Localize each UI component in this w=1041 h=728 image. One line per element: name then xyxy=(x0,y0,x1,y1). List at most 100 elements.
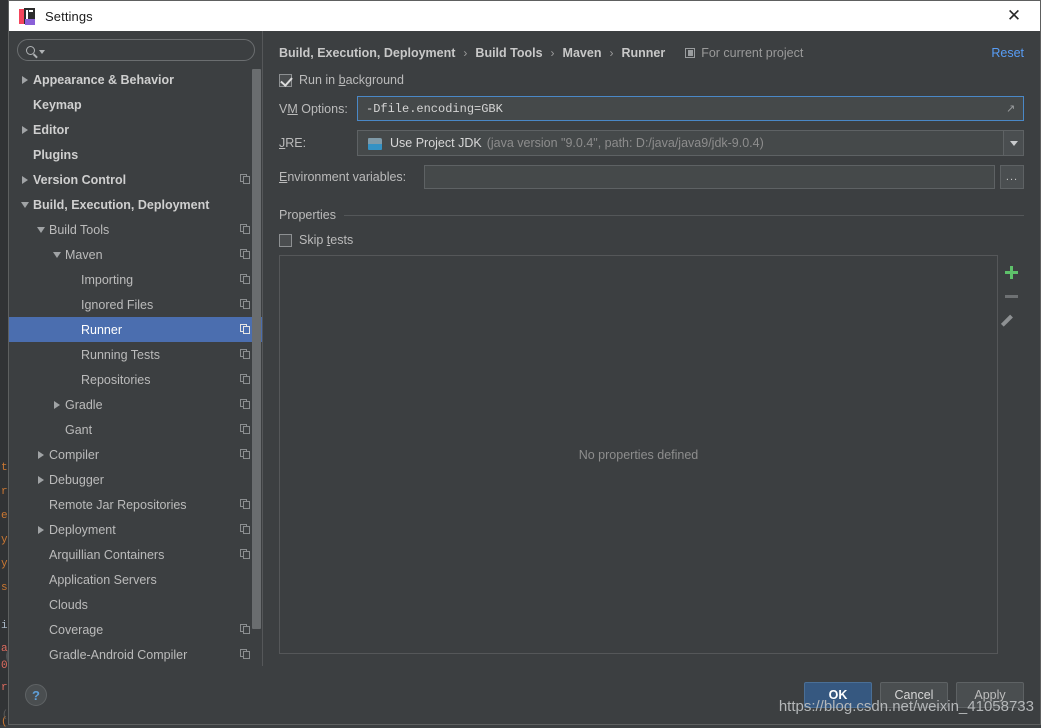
breadcrumb-segment-3[interactable]: Runner xyxy=(621,46,665,60)
sidebar-item-label: Plugins xyxy=(33,148,78,162)
chevron-right-icon[interactable] xyxy=(33,526,49,534)
sidebar-item-label: Debugger xyxy=(49,473,104,487)
properties-area: No properties defined xyxy=(279,255,1024,654)
breadcrumb-segment-1[interactable]: Build Tools xyxy=(475,46,542,60)
copy-settings-icon[interactable] xyxy=(240,399,251,410)
sidebar-item-coverage[interactable]: Coverage xyxy=(9,617,263,642)
chevron-down-icon[interactable] xyxy=(49,252,65,258)
chevron-down-icon[interactable] xyxy=(39,50,45,54)
sidebar-item-running-tests[interactable]: Running Tests xyxy=(9,342,263,367)
properties-list[interactable]: No properties defined xyxy=(279,255,998,654)
scope-label: For current project xyxy=(701,46,803,60)
copy-settings-icon[interactable] xyxy=(240,224,251,235)
sidebar-item-plugins[interactable]: Plugins xyxy=(9,142,263,167)
sidebar-item-maven[interactable]: Maven xyxy=(9,242,263,267)
sidebar-item-importing[interactable]: Importing xyxy=(9,267,263,292)
edit-property-button[interactable] xyxy=(1000,308,1022,332)
copy-settings-icon[interactable] xyxy=(240,324,251,335)
jre-dropdown-button[interactable] xyxy=(1003,131,1023,155)
properties-toolbar xyxy=(998,255,1024,654)
sidebar-item-label: Runner xyxy=(81,323,122,337)
copy-settings-icon[interactable] xyxy=(240,424,251,435)
sidebar-item-ignored-files[interactable]: Ignored Files xyxy=(9,292,263,317)
run-in-background-label: Run in background xyxy=(299,73,404,87)
copy-settings-icon[interactable] xyxy=(240,249,251,260)
add-property-button[interactable] xyxy=(1000,260,1022,284)
sidebar-item-build-tools[interactable]: Build Tools xyxy=(9,217,263,242)
sidebar-item-label: Maven xyxy=(65,248,103,262)
copy-settings-icon[interactable] xyxy=(240,274,251,285)
copy-settings-icon[interactable] xyxy=(240,499,251,510)
skip-tests-row[interactable]: Skip tests xyxy=(279,233,1024,247)
chevron-right-icon[interactable] xyxy=(33,476,49,484)
dialog-titlebar: Settings ✕ xyxy=(9,1,1040,31)
copy-settings-icon[interactable] xyxy=(240,524,251,535)
chevron-down-icon[interactable] xyxy=(17,202,33,208)
jre-selected-value: Use Project JDK xyxy=(390,136,482,150)
properties-group-title: Properties xyxy=(279,208,336,222)
sidebar-item-repositories[interactable]: Repositories xyxy=(9,367,263,392)
chevron-right-icon[interactable] xyxy=(17,126,33,134)
copy-settings-icon[interactable] xyxy=(240,449,251,460)
chevron-right-icon[interactable] xyxy=(17,176,33,184)
chevron-right-icon[interactable] xyxy=(33,451,49,459)
sidebar-item-application-servers[interactable]: Application Servers xyxy=(9,567,263,592)
watermark: https://blog.csdn.net/weixin_41058733 xyxy=(779,698,1034,715)
chevron-down-icon[interactable] xyxy=(33,227,49,233)
chevron-down-icon xyxy=(1010,141,1018,146)
sidebar-item-compiler[interactable]: Compiler xyxy=(9,442,263,467)
sidebar-item-keymap[interactable]: Keymap xyxy=(9,92,263,117)
run-in-background-checkbox[interactable] xyxy=(279,74,292,87)
sidebar-item-label: Build, Execution, Deployment xyxy=(33,198,209,212)
remove-property-button[interactable] xyxy=(1000,284,1022,308)
search-input[interactable] xyxy=(50,43,246,57)
jre-combobox[interactable]: Use Project JDK (java version "9.0.4", p… xyxy=(357,130,1024,156)
copy-settings-icon[interactable] xyxy=(240,174,251,185)
intellij-idea-icon xyxy=(19,8,36,25)
expand-icon[interactable]: ↗ xyxy=(1006,103,1017,114)
close-icon[interactable]: ✕ xyxy=(994,2,1034,30)
sidebar-item-gant[interactable]: Gant xyxy=(9,417,263,442)
sidebar-item-label: Editor xyxy=(33,123,69,137)
copy-settings-icon[interactable] xyxy=(240,374,251,385)
sidebar-item-editor[interactable]: Editor xyxy=(9,117,263,142)
copy-settings-icon[interactable] xyxy=(240,624,251,635)
breadcrumb-segment-0[interactable]: Build, Execution, Deployment xyxy=(279,46,455,60)
sidebar-scrollbar-thumb[interactable] xyxy=(252,69,261,629)
environment-variables-input[interactable] xyxy=(424,165,995,189)
copy-settings-icon[interactable] xyxy=(240,649,251,660)
breadcrumb-segment-2[interactable]: Maven xyxy=(563,46,602,60)
breadcrumb-separator: › xyxy=(609,46,613,60)
breadcrumb-separator: › xyxy=(463,46,467,60)
properties-group-divider xyxy=(344,215,1024,216)
minus-icon xyxy=(1005,295,1018,298)
run-in-background-row[interactable]: Run in background xyxy=(279,73,1024,87)
help-button[interactable]: ? xyxy=(25,684,47,706)
copy-settings-icon[interactable] xyxy=(240,549,251,560)
sidebar-item-gradle-android-compiler[interactable]: Gradle-Android Compiler xyxy=(9,642,263,666)
sidebar-item-label: Build Tools xyxy=(49,223,109,237)
chevron-right-icon[interactable] xyxy=(49,401,65,409)
settings-tree: Appearance & BehaviorKeymap Editor Plugins… xyxy=(9,67,263,666)
copy-settings-icon[interactable] xyxy=(240,299,251,310)
vm-options-input[interactable]: -Dfile.encoding=GBK ↗ xyxy=(357,96,1024,121)
sidebar-item-debugger[interactable]: Debugger xyxy=(9,467,263,492)
sidebar-item-appearance-behavior[interactable]: Appearance & Behavior xyxy=(9,67,263,92)
sidebar-item-clouds[interactable]: Clouds xyxy=(9,592,263,617)
vm-options-value: -Dfile.encoding=GBK xyxy=(366,102,503,116)
sidebar-item-build-execution-deployment[interactable]: Build, Execution, Deployment xyxy=(9,192,263,217)
sidebar-item-label: Coverage xyxy=(49,623,103,637)
sidebar-item-deployment[interactable]: Deployment xyxy=(9,517,263,542)
copy-settings-icon[interactable] xyxy=(240,349,251,360)
skip-tests-checkbox[interactable] xyxy=(279,234,292,247)
sidebar-item-remote-jar-repositories[interactable]: Remote Jar Repositories xyxy=(9,492,263,517)
sidebar-item-gradle[interactable]: Gradle xyxy=(9,392,263,417)
environment-variables-browse-button[interactable]: ... xyxy=(1000,165,1024,189)
properties-group-header: Properties xyxy=(279,208,1024,222)
search-box[interactable] xyxy=(17,39,255,61)
sidebar-item-arquillian-containers[interactable]: Arquillian Containers xyxy=(9,542,263,567)
reset-link[interactable]: Reset xyxy=(991,46,1024,60)
sidebar-item-version-control[interactable]: Version Control xyxy=(9,167,263,192)
sidebar-item-runner[interactable]: Runner xyxy=(9,317,263,342)
chevron-right-icon[interactable] xyxy=(17,76,33,84)
